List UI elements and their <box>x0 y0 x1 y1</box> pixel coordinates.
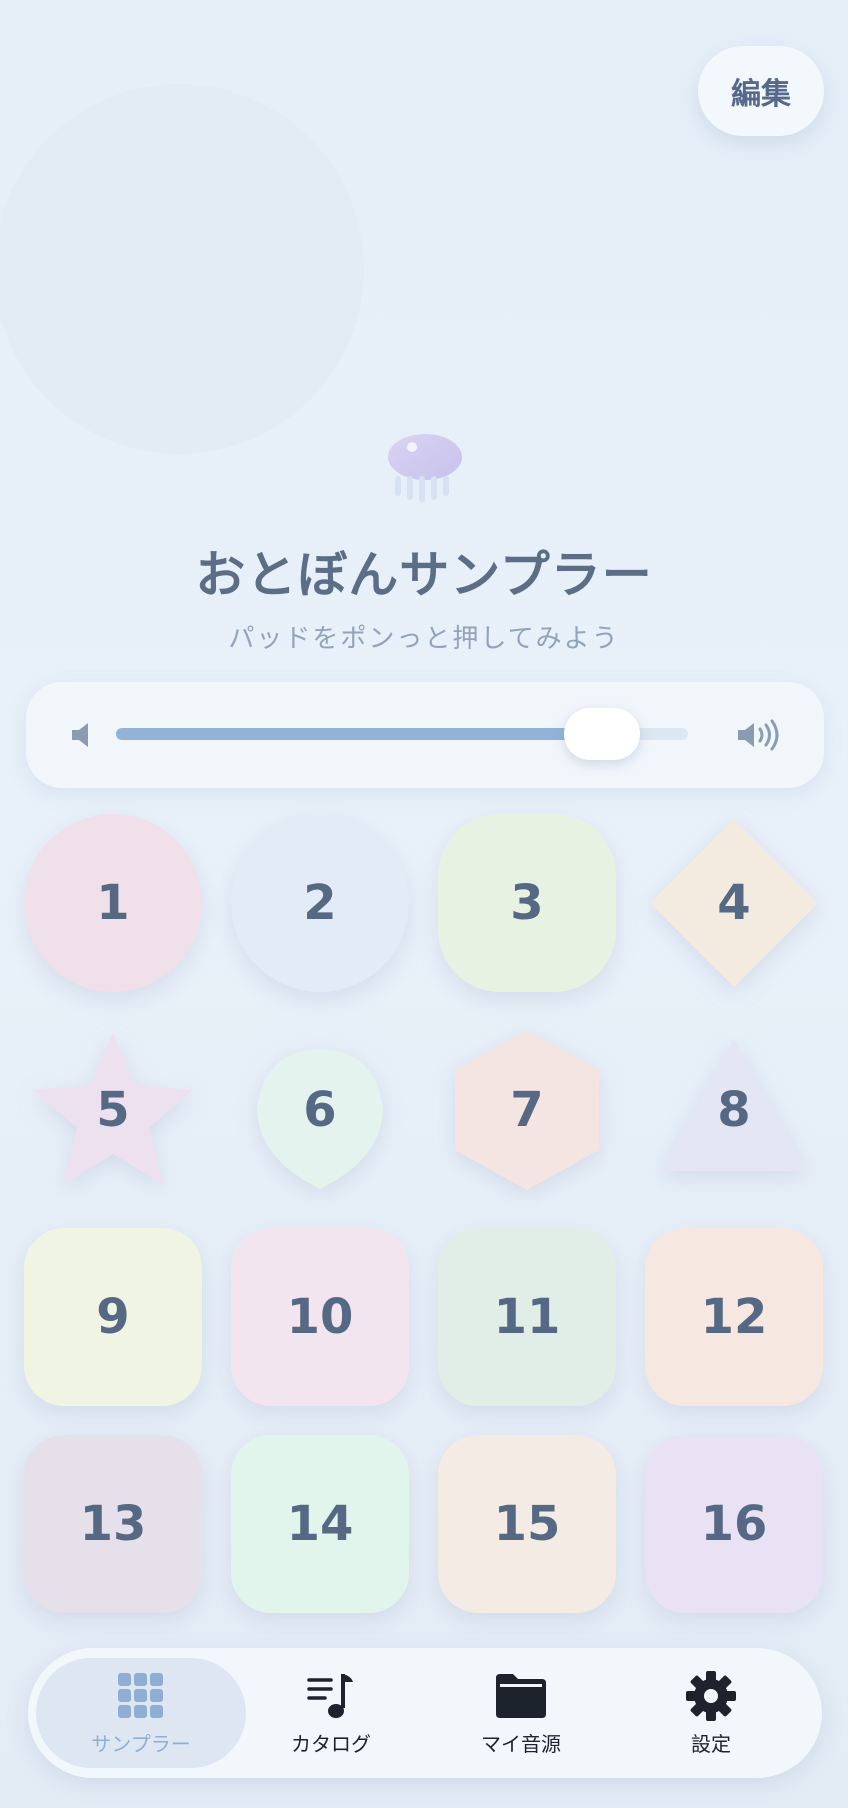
pad-16[interactable]: 16 <box>645 1435 823 1613</box>
bottom-tab-bar: サンプラー カタログ マイ音源 設定 <box>28 1648 822 1778</box>
tab-settings[interactable]: 設定 <box>606 1658 816 1768</box>
tab-catalog[interactable]: カタログ <box>226 1658 436 1768</box>
tab-label-sampler: サンプラー <box>91 1732 191 1756</box>
tab-sampler[interactable]: サンプラー <box>36 1658 246 1768</box>
tab-label-my-sounds: マイ音源 <box>481 1732 561 1756</box>
tab-label-catalog: カタログ <box>291 1732 371 1756</box>
folder-icon <box>496 1674 546 1718</box>
app-title: おとぼんサンプラー <box>195 546 653 604</box>
pad-12[interactable]: 12 <box>645 1228 823 1406</box>
background-decoration <box>0 84 364 454</box>
pad-number: 13 <box>79 1496 147 1552</box>
pad-11[interactable]: 11 <box>438 1228 616 1406</box>
pad-number: 3 <box>510 875 544 931</box>
pad-number: 6 <box>303 1082 337 1138</box>
tab-label-settings: 設定 <box>691 1732 731 1756</box>
pad-number: 12 <box>700 1289 768 1345</box>
music-list-icon <box>307 1674 353 1718</box>
volume-panel <box>26 682 824 788</box>
pad-6[interactable]: 6 <box>231 1021 409 1199</box>
pad-number: 4 <box>717 875 751 931</box>
edit-button[interactable]: 編集 <box>698 46 824 136</box>
pad-13[interactable]: 13 <box>24 1435 202 1613</box>
volume-slider[interactable] <box>116 708 688 760</box>
pad-number: 9 <box>96 1289 130 1345</box>
pad-9[interactable]: 9 <box>24 1228 202 1406</box>
pad-14[interactable]: 14 <box>231 1435 409 1613</box>
volume-slider-thumb[interactable] <box>564 708 641 760</box>
pad-3[interactable]: 3 <box>438 814 616 992</box>
pad-7[interactable]: 7 <box>438 1021 616 1199</box>
pad-number: 1 <box>96 875 130 931</box>
pad-number: 11 <box>493 1289 561 1345</box>
pad-5[interactable]: 5 <box>24 1021 202 1199</box>
app-subtitle: パッドをポンっと押してみよう <box>228 624 620 654</box>
jellyfish-mascot-icon <box>388 434 462 502</box>
pad-1[interactable]: 1 <box>24 814 202 992</box>
pad-4[interactable]: 4 <box>645 814 823 992</box>
pad-number: 15 <box>493 1496 561 1552</box>
pad-number: 8 <box>717 1082 751 1138</box>
pad-number: 16 <box>700 1496 768 1552</box>
volume-slider-fill <box>116 728 603 740</box>
pad-2[interactable]: 2 <box>231 814 409 992</box>
pad-number: 5 <box>96 1082 130 1138</box>
volume-high-icon <box>738 719 779 751</box>
pad-number: 14 <box>286 1496 354 1552</box>
pad-8[interactable]: 8 <box>645 1021 823 1199</box>
pad-15[interactable]: 15 <box>438 1435 616 1613</box>
tab-my-sounds[interactable]: マイ音源 <box>416 1658 626 1768</box>
grid-icon <box>118 1673 163 1718</box>
pad-number: 10 <box>286 1289 354 1345</box>
gear-icon <box>686 1671 736 1721</box>
pad-number: 2 <box>303 875 337 931</box>
pad-10[interactable]: 10 <box>231 1228 409 1406</box>
pad-number: 7 <box>510 1082 544 1138</box>
volume-low-icon <box>72 723 88 747</box>
